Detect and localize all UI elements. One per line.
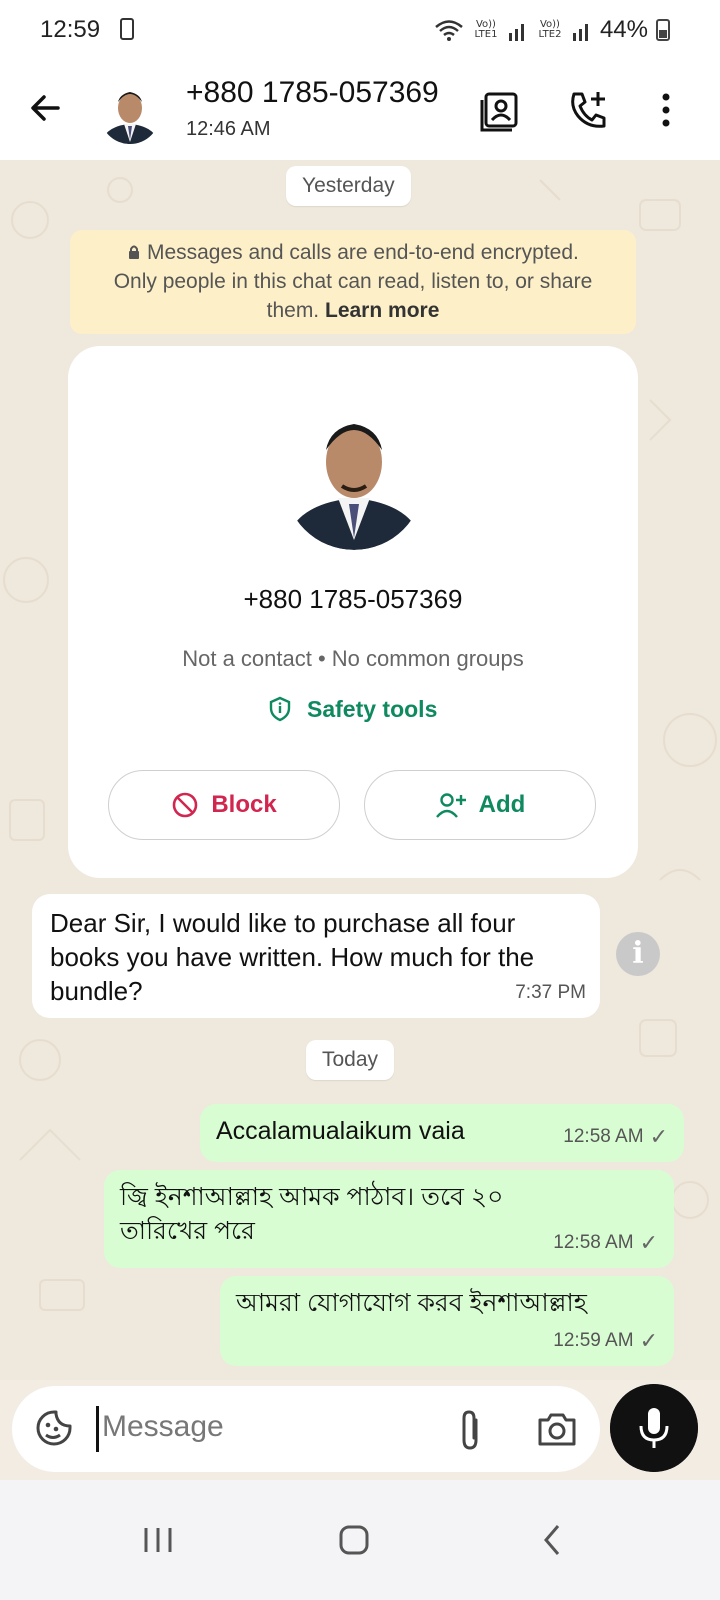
mic-icon[interactable]: [610, 1384, 698, 1472]
contact-number: +880 1785-057369: [243, 584, 463, 614]
block-label: Block: [211, 791, 277, 818]
outgoing-message[interactable]: জ্বি ইনশাআল্লাহ আমক পাঠাব। তবে ২০ তারিখে…: [104, 1170, 674, 1268]
info-icon[interactable]: i: [616, 932, 660, 976]
sent-check-icon: ✓: [639, 1230, 658, 1255]
incoming-message[interactable]: Dear Sir, I would like to purchase all f…: [32, 894, 600, 1018]
contact-info-card: +880 1785-057369 Not a contact • No comm…: [68, 346, 638, 878]
battery-icon: [656, 19, 670, 41]
profile-photo[interactable]: [284, 390, 424, 550]
wifi-icon: [435, 20, 463, 41]
status-bar: 12:59 Vo)) LTE1 Vo)) LTE2 44%: [0, 0, 720, 60]
safety-tools-label: Safety tools: [307, 696, 438, 722]
message-time: 12:58 AM: [563, 1126, 644, 1147]
block-icon: [173, 792, 198, 818]
encryption-text-line2: Only people in this chat can read, liste…: [113, 270, 593, 293]
message-text: Dear Sir, I would like to purchase all f…: [50, 908, 535, 1006]
message-time: 12:59 AM: [553, 1330, 634, 1351]
sent-check-icon: ✓: [649, 1124, 668, 1149]
shield-icon: [269, 696, 290, 722]
chat-title[interactable]: +880 1785-057369: [186, 76, 439, 110]
status-right: Vo)) LTE1 Vo)) LTE2 44%: [434, 16, 670, 44]
last-seen: 12:46 AM: [186, 118, 271, 140]
attach-icon[interactable]: [452, 1408, 488, 1452]
block-button[interactable]: Block: [108, 770, 340, 840]
message-text: আমরা যোগাযোগ করব ইনশাআল্লাহ: [236, 1289, 587, 1317]
chat-header: +880 1785-057369 12:46 AM: [0, 60, 720, 160]
message-text: Accalamualaikum vaia: [216, 1117, 465, 1145]
status-time: 12:59: [40, 16, 101, 43]
message-composer: Message: [12, 1386, 600, 1472]
back-nav-icon[interactable]: [522, 1510, 582, 1570]
outgoing-message[interactable]: আমরা যোগাযোগ করব ইনশাআল্লাহ 12:59 AM ✓: [220, 1276, 674, 1366]
message-input[interactable]: Message: [102, 1410, 224, 1444]
message-text: জ্বি ইনশাআল্লাহ আমক পাঠাব। তবে ২০ তারিখে…: [120, 1183, 504, 1245]
chat-area[interactable]: Yesterday Messages and calls are end-to-…: [0, 160, 720, 1380]
signal-icon: [572, 24, 588, 41]
avatar[interactable]: [100, 74, 160, 146]
add-contact-button[interactable]: Add: [364, 770, 596, 840]
system-navbar: [0, 1480, 720, 1600]
message-meta: 12:58 AM ✓: [563, 1120, 668, 1154]
signal-icon: [508, 24, 524, 41]
message-time: 12:58 AM: [553, 1232, 634, 1253]
date-separator: Yesterday: [286, 166, 411, 206]
sim-icon: [120, 18, 134, 40]
battery-percent: 44%: [599, 16, 648, 43]
lte1-label: Vo)) LTE1: [474, 19, 498, 40]
add-call-icon[interactable]: [566, 88, 610, 132]
text-caret: [96, 1406, 99, 1452]
lte2-label: Vo)) LTE2: [538, 19, 562, 40]
message-meta: 12:59 AM ✓: [553, 1324, 658, 1358]
lock-icon: [129, 245, 140, 259]
contact-meta: Not a contact • No common groups: [182, 646, 524, 671]
date-separator: Today: [306, 1040, 395, 1080]
add-person-icon: [435, 793, 466, 818]
encryption-notice[interactable]: Messages and calls are end-to-end encryp…: [70, 230, 636, 334]
outgoing-message[interactable]: Accalamualaikum vaia 12:58 AM ✓: [200, 1104, 684, 1162]
message-meta: 12:58 AM ✓: [553, 1226, 658, 1260]
more-vert-icon[interactable]: [644, 88, 688, 132]
add-label: Add: [478, 791, 526, 818]
sent-check-icon: ✓: [639, 1328, 658, 1353]
contact-card-icon[interactable]: [478, 88, 522, 132]
sticker-icon[interactable]: [34, 1408, 74, 1448]
encryption-text-line1: Messages and calls are end-to-end encryp…: [146, 241, 579, 264]
home-icon[interactable]: [324, 1510, 384, 1570]
encryption-text-line3: them.: [266, 299, 320, 322]
message-time: 7:37 PM: [515, 982, 586, 1003]
learn-more-link[interactable]: Learn more: [325, 299, 439, 322]
recents-icon[interactable]: [128, 1510, 188, 1570]
safety-tools-link[interactable]: Safety tools: [68, 696, 638, 723]
back-arrow-icon[interactable]: [26, 88, 66, 128]
camera-icon[interactable]: [536, 1410, 578, 1448]
